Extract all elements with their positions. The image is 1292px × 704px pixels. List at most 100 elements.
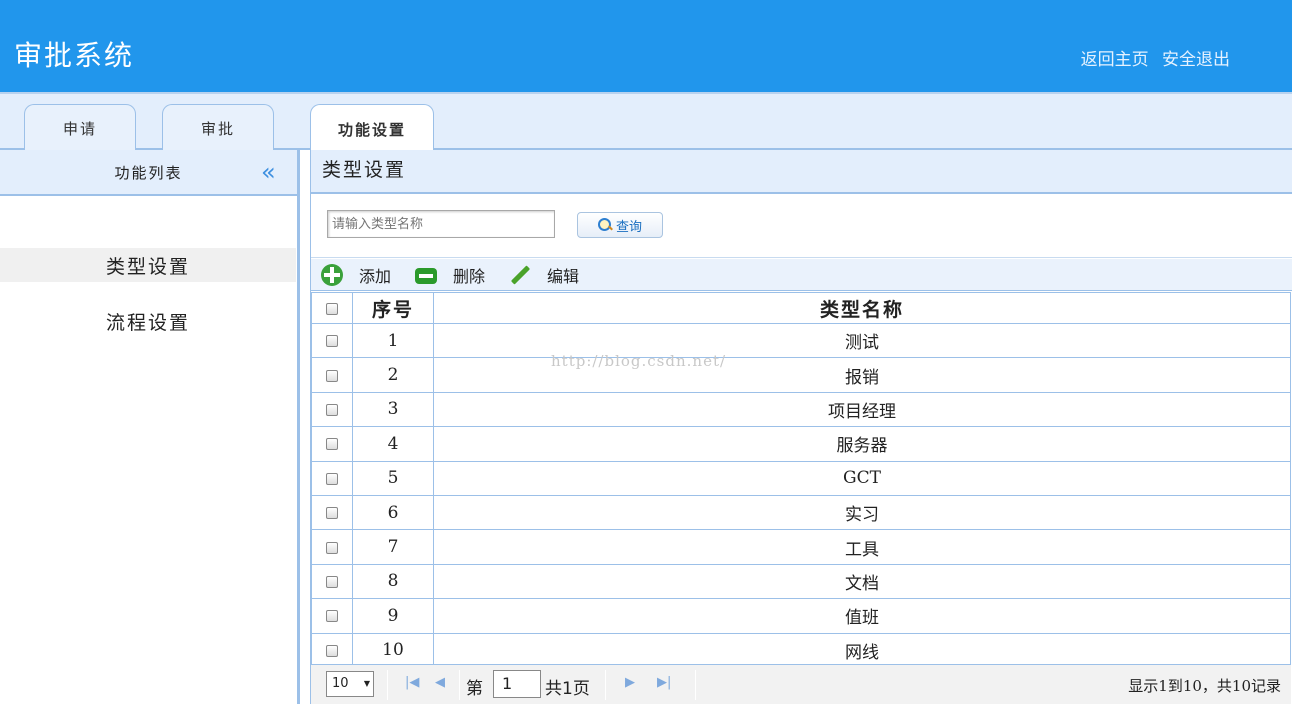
row-checkbox[interactable] [326,438,338,451]
row-no: 2 [352,357,434,393]
row-no: 6 [352,494,434,531]
row-checkbox[interactable] [326,335,338,348]
page-number-input[interactable]: 1 [493,670,541,698]
row-checkbox[interactable] [326,472,338,485]
sidebar-item-type-settings[interactable]: 类型设置 [0,248,296,282]
search-button-label: 查询 [615,219,642,235]
logout-link[interactable]: 安全退出 [1162,50,1230,70]
search-icon [597,218,612,232]
page-prefix: 第 [466,679,483,699]
table-row[interactable]: 3 项目经理 [311,391,1291,428]
table-row[interactable]: 4 服务器 [311,426,1291,462]
sidebar-title: 功能列表 [114,163,183,182]
pager-summary: 显示1到10，共10记录 [1128,677,1281,695]
select-all-cell [311,292,353,324]
edit-label: 编辑 [547,267,580,286]
row-no: 10 [352,632,434,668]
row-checkbox-cell [311,357,353,393]
table-row[interactable]: 9 值班 [311,598,1291,634]
pager: 10 |◀ ◀ 第 1 共1页 ▶ ▶| 显示1到10，共10记录 [311,664,1291,704]
tab-settings[interactable]: 功能设置 [310,104,434,154]
row-checkbox[interactable] [326,369,338,382]
delete-button[interactable]: 删除 [415,263,485,287]
row-checkbox[interactable] [326,507,338,520]
search-row: 查询 [311,194,1292,258]
row-name: 工具 [433,529,1291,565]
search-input[interactable] [327,210,555,238]
minus-icon [415,268,437,284]
row-name: 项目经理 [433,391,1291,428]
row-checkbox-cell [311,529,353,565]
pager-divider [387,670,388,700]
table-row[interactable]: 7 工具 [311,529,1291,565]
sidebar-item-process-settings[interactable]: 流程设置 [0,304,296,338]
main-panel: 类型设置 查询 添加 删除 编辑 序号 类型名称 [310,150,1292,704]
tab-bar: 申请 审批 功能设置 [0,92,1292,154]
first-page-icon[interactable]: |◀ [405,675,421,693]
pencil-icon [509,264,531,286]
table-row[interactable]: 6 实习 [311,494,1291,531]
select-all-checkbox[interactable] [326,303,338,315]
row-checkbox-cell [311,563,353,600]
home-link[interactable]: 返回主页 [1081,50,1149,70]
row-checkbox[interactable] [326,575,338,588]
row-name: 文档 [433,563,1291,600]
row-checkbox-cell [311,494,353,531]
row-no: 8 [352,563,434,600]
prev-page-icon[interactable]: ◀ [435,675,451,693]
table-row[interactable]: 10 网线 [311,632,1291,668]
table-row[interactable]: 8 文档 [311,563,1291,600]
page-total: 共1页 [545,679,590,699]
pager-divider [605,670,606,700]
row-checkbox[interactable] [326,610,338,623]
app-header: 审批系统 返回主页 安全退出 [0,0,1292,92]
row-checkbox[interactable] [326,403,338,416]
tab-approve[interactable]: 审批 [162,104,274,152]
row-checkbox[interactable] [326,644,338,657]
panel-title: 类型设置 [311,150,1292,194]
table-header-row: 序号 类型名称 [311,292,1291,324]
next-page-icon[interactable]: ▶ [625,675,641,693]
delete-label: 删除 [453,267,486,286]
table-row[interactable]: 5 GCT [311,460,1291,496]
pager-divider [459,670,460,700]
app-title: 审批系统 [14,39,135,72]
add-button[interactable]: 添加 [321,263,391,287]
add-label: 添加 [359,267,392,286]
toolbar: 添加 删除 编辑 [311,259,1292,291]
collapse-left-icon[interactable]: « [261,160,283,184]
row-checkbox-cell [311,391,353,428]
row-name: GCT [433,460,1291,496]
last-page-icon[interactable]: ▶| [657,675,673,693]
row-name: 值班 [433,598,1291,634]
type-table: 序号 类型名称 1 测试 2 报销 3 项目经理 4 服务器 5 GCT 6 实习 7 工具 … [311,292,1291,668]
column-header-no: 序号 [352,292,434,324]
row-no: 7 [352,529,434,565]
row-checkbox-cell [311,598,353,634]
row-name: 服务器 [433,426,1291,462]
watermark: http://blog.csdn.net/ [551,352,727,370]
page-size-select[interactable]: 10 [326,671,374,697]
row-no: 5 [352,460,434,496]
plus-icon [321,264,343,286]
sidebar: 功能列表 « 类型设置 流程设置 [0,150,300,704]
row-checkbox-cell [311,460,353,496]
table-row[interactable]: 2 报销 [311,357,1291,393]
edit-button[interactable]: 编辑 [509,263,579,287]
row-checkbox-cell [311,426,353,462]
table-row[interactable]: 1 测试 [311,322,1291,359]
row-checkbox-cell [311,632,353,668]
row-no: 4 [352,426,434,462]
row-checkbox-cell [311,322,353,359]
row-no: 3 [352,391,434,428]
search-button[interactable]: 查询 [577,212,663,238]
row-checkbox[interactable] [326,541,338,554]
column-header-name: 类型名称 [433,292,1291,324]
row-name: 实习 [433,494,1291,531]
tab-apply[interactable]: 申请 [24,104,136,152]
row-no: 1 [352,322,434,359]
row-no: 9 [352,598,434,634]
row-name: 网线 [433,632,1291,668]
header-links: 返回主页 安全退出 [1073,45,1230,70]
sidebar-header: 功能列表 « [0,150,297,196]
